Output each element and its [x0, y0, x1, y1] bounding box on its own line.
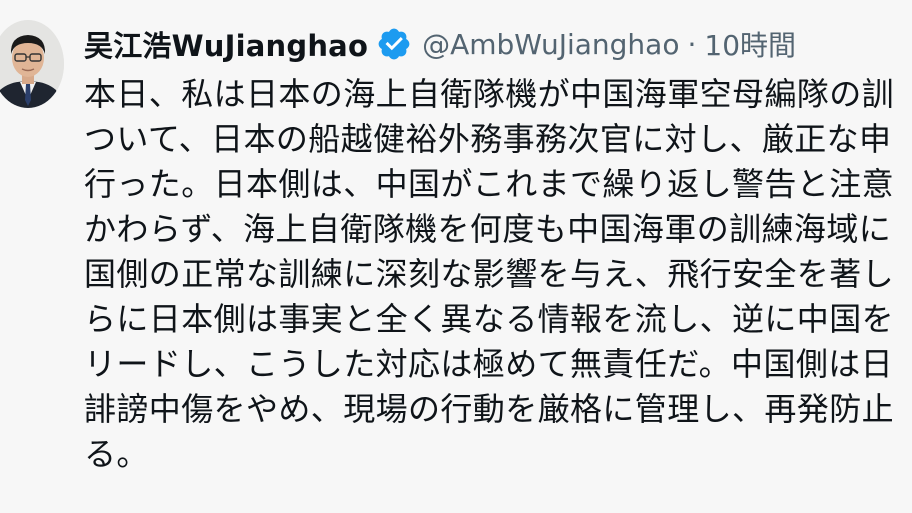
display-name[interactable]: 吴江浩WuJianghao [84, 23, 368, 65]
header-separator: · [687, 27, 697, 61]
tweet-text-line: かわらず、海上自衛隊機を何度も中国海軍の訓練海域に [84, 210, 892, 248]
tweet-card: 吴江浩WuJianghao @AmbWuJianghao · 10時間 本日、私… [0, 0, 912, 513]
tweet-text-line: 国側の正常な訓練に深刻な影響を与え、飛行安全を著し [84, 255, 895, 293]
tweet-timestamp[interactable]: 10時間 [704, 24, 796, 64]
tweet-text-line: 行った。日本側は、中国がこれまで繰り返し警告と注意 [84, 165, 895, 203]
tweet-text-line: らに日本側は事実と全く異なる情報を流し、逆に中国を [84, 300, 895, 338]
tweet-text-line: る。 [84, 435, 149, 473]
avatar-photo [0, 20, 64, 108]
avatar[interactable] [0, 20, 64, 108]
tweet-header: 吴江浩WuJianghao @AmbWuJianghao · 10時間 [84, 20, 796, 68]
tweet-text-line: 誹謗中傷をやめ、現場の行動を厳格に管理し、再発防止 [84, 390, 895, 428]
tweet-text-line: ついて、日本の船越健裕外務事務次官に対し、厳正な申 [84, 120, 892, 158]
tweet-text: 本日、私は日本の海上自衛隊機が中国海軍空母編隊の訓 ついて、日本の船越健裕外務事… [84, 72, 912, 513]
verified-badge-icon [376, 26, 412, 62]
tweet-text-line: 本日、私は日本の海上自衛隊機が中国海軍空母編隊の訓 [84, 75, 895, 113]
author-handle[interactable]: @AmbWuJianghao [422, 28, 679, 61]
tweet-text-line: リードし、こうした対応は極めて無責任だ。中国側は日 [84, 345, 894, 383]
